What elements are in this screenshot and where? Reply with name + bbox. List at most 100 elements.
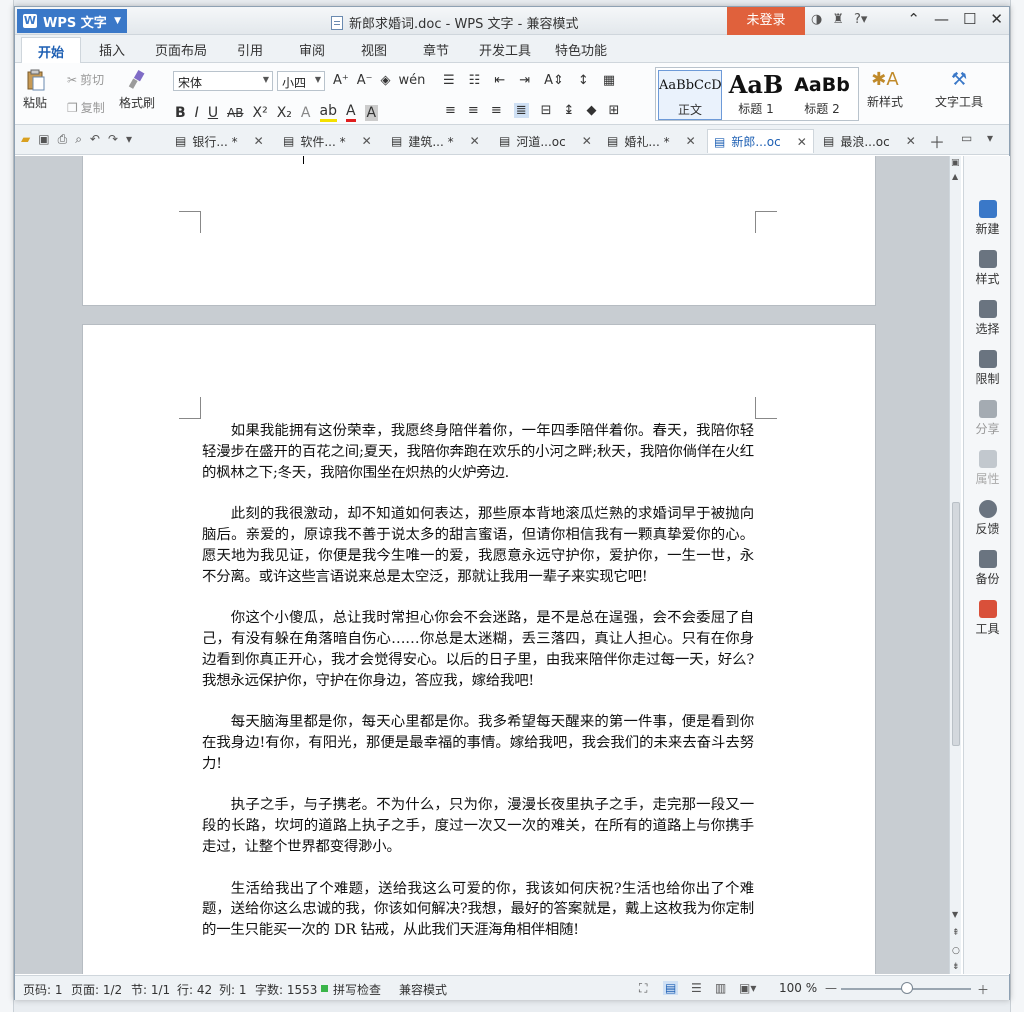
subscript-icon[interactable]: X₂ [277, 105, 292, 121]
align-right-icon[interactable]: ≡ [491, 103, 502, 118]
grow-font-icon[interactable]: A⁺ [333, 73, 349, 88]
page-1[interactable] [82, 156, 876, 306]
side-restrict-button[interactable]: 限制 [964, 350, 1011, 387]
tab-chapter[interactable]: 章节 [423, 40, 449, 59]
close-icon[interactable]: ✕ [797, 135, 807, 149]
table-icon[interactable]: ▦ [603, 73, 615, 88]
strikethrough-icon[interactable]: AB [227, 106, 243, 120]
side-feedback-button[interactable]: 反馈 [964, 500, 1011, 537]
text-tools-button[interactable]: ⚒ 文字工具 [935, 69, 983, 110]
paragraph[interactable]: 生活给我出了个难题，送给我这么可爱的你，我该如何庆祝?生活也给你出了个难题，送给… [202, 879, 754, 941]
font-color-icon[interactable]: A [345, 103, 356, 122]
status-word-count[interactable]: 字数: 1553 [255, 981, 317, 998]
paste-button[interactable]: 粘贴 [23, 69, 47, 111]
copy-button[interactable]: ❐ 复制 [67, 99, 105, 116]
prev-page-icon[interactable]: ⇞ [952, 928, 960, 938]
close-icon[interactable]: ✕ [686, 134, 696, 148]
tab-review[interactable]: 审阅 [299, 40, 325, 59]
browse-object-icon[interactable]: ○ [952, 946, 960, 956]
text-effect-icon[interactable]: A [301, 105, 311, 121]
tab-view[interactable]: 视图 [361, 40, 387, 59]
cut-button[interactable]: ✂ 剪切 [67, 71, 104, 88]
line-spacing-icon[interactable]: ↨ [564, 103, 575, 118]
side-select-button[interactable]: 选择 [964, 300, 1011, 337]
doc-tab-active[interactable]: ▤ 新郎...oc ✕ [707, 129, 814, 153]
increase-indent-icon[interactable]: ⇥ [519, 73, 530, 88]
phonetic-icon[interactable]: wén [399, 73, 426, 88]
full-screen-icon[interactable]: ⛶ [639, 981, 647, 996]
new-tab-icon[interactable]: ＋ [929, 129, 945, 153]
sort-icon[interactable]: ↕ [578, 73, 589, 88]
close-icon[interactable]: ✕ [362, 134, 372, 148]
zoom-out-icon[interactable]: — [825, 981, 837, 995]
new-style-button[interactable]: ✱A 新样式 [867, 69, 903, 110]
maximize-icon[interactable]: ☐ [963, 10, 976, 28]
shirt-icon[interactable]: ♜ [832, 12, 844, 27]
format-painter-button[interactable]: 格式刷 [119, 69, 155, 111]
side-properties-button[interactable]: 属性 [964, 450, 1011, 487]
tab-developer[interactable]: 开发工具 [479, 40, 531, 59]
print-icon[interactable]: ⎙ [58, 132, 68, 147]
zoom-level[interactable]: 100 % [779, 981, 817, 995]
undo-icon[interactable]: ↶ [90, 132, 100, 147]
side-new-button[interactable]: 新建 [964, 200, 1011, 237]
close-icon[interactable]: ✕ [906, 134, 916, 148]
bold-icon[interactable]: B [175, 105, 186, 121]
bullet-list-icon[interactable]: ☰ [443, 73, 455, 88]
align-left-icon[interactable]: ≡ [445, 103, 456, 118]
doc-tab[interactable]: ▤ 建筑... * ✕ [385, 129, 486, 153]
paragraph[interactable]: 如果我能拥有这份荣幸，我愿终身陪伴着你，一年四季陪伴着你。春天，我陪你轻轻漫步在… [202, 421, 754, 483]
zoom-slider-thumb[interactable] [901, 982, 913, 994]
scrollbar-thumb[interactable] [952, 502, 960, 746]
skin-icon[interactable]: ◑ [811, 12, 822, 27]
status-column[interactable]: 列: 1 [219, 981, 247, 998]
paragraph[interactable]: 你这个小傻瓜，总让我时常担心你会不会迷路，是不是总在逞强，会不会委屈了自己，有没… [202, 608, 754, 691]
tab-list-icon[interactable]: ▭ [961, 131, 972, 145]
side-share-button[interactable]: 分享 [964, 400, 1011, 437]
style-heading-2[interactable]: AaBb 标题 2 [790, 70, 854, 120]
login-button[interactable]: 未登录 [727, 7, 805, 35]
close-icon[interactable]: ✕ [582, 134, 592, 148]
char-shading-icon[interactable]: A [364, 104, 379, 121]
highlight-icon[interactable]: ab [319, 103, 337, 122]
distribute-icon[interactable]: ⊟ [541, 103, 552, 118]
style-normal[interactable]: AaBbCcD 正文 [658, 70, 722, 120]
paragraph[interactable]: 此刻的我很激动，却不知道如何表达，那些原本背地滚瓜烂熟的求婚词早于被抛向脑后。亲… [202, 504, 754, 587]
help-icon[interactable]: ?▾ [854, 12, 867, 27]
justify-icon[interactable]: ≣ [513, 103, 529, 118]
scroll-up-icon[interactable]: ▲ [952, 172, 958, 181]
doc-tab[interactable]: ▤ 最浪...oc ✕ [817, 129, 922, 153]
document-body[interactable]: 如果我能拥有这份荣幸，我愿终身陪伴着你，一年四季陪伴着你。春天，我陪你轻轻漫步在… [202, 421, 754, 962]
tab-insert[interactable]: 插入 [99, 40, 125, 59]
doc-tab[interactable]: ▤ 婚礼... * ✕ [601, 129, 702, 153]
save-icon[interactable]: ▣ [38, 132, 49, 147]
status-row[interactable]: 行: 42 [177, 981, 212, 998]
tab-features[interactable]: 特色功能 [555, 40, 607, 59]
close-icon[interactable]: ✕ [254, 134, 264, 148]
zoom-in-icon[interactable]: ＋ [977, 981, 989, 998]
side-tools-button[interactable]: 工具 [964, 600, 1011, 637]
italic-icon[interactable]: I [195, 105, 199, 121]
ruler-toggle-icon[interactable]: ▣ [951, 158, 960, 168]
text-direction-icon[interactable]: A⇕ [544, 73, 564, 88]
status-section[interactable]: 节: 1/1 [131, 981, 170, 998]
status-page-number[interactable]: 页码: 1 [23, 981, 63, 998]
underline-icon[interactable]: U [208, 105, 218, 121]
outline-view-icon[interactable]: ☰ [691, 981, 702, 995]
vertical-scrollbar[interactable]: ▣ ▲ ▼ ⇞ ○ ⇟ [949, 156, 961, 974]
font-size-select[interactable]: 小四 ▼ [277, 71, 325, 91]
paragraph[interactable]: 每天脑海里都是你，每天心里都是你。我多希望每天醒来的第一件事，便是看到你在我身边… [202, 712, 754, 774]
doc-tab[interactable]: ▤ 银行... * ✕ [169, 129, 270, 153]
numbered-list-icon[interactable]: ☷ [469, 73, 481, 88]
tab-menu-icon[interactable]: ▾ [987, 131, 993, 145]
print-preview-icon[interactable]: ⌕ [75, 132, 82, 147]
borders-icon[interactable]: ⊞ [608, 103, 619, 118]
minimize-icon[interactable]: — [934, 10, 949, 28]
style-heading-1[interactable]: AaB 标题 1 [724, 70, 788, 120]
app-menu-button[interactable]: W WPS 文字 ▼ [17, 9, 127, 33]
doc-tab[interactable]: ▤ 河道...oc ✕ [493, 129, 598, 153]
align-center-icon[interactable]: ≡ [468, 103, 479, 118]
reading-mode-icon[interactable]: ▣▾ [739, 981, 756, 995]
page-view-icon[interactable]: ▤ [663, 981, 679, 995]
font-name-select[interactable]: 宋体 ▼ [173, 71, 273, 91]
